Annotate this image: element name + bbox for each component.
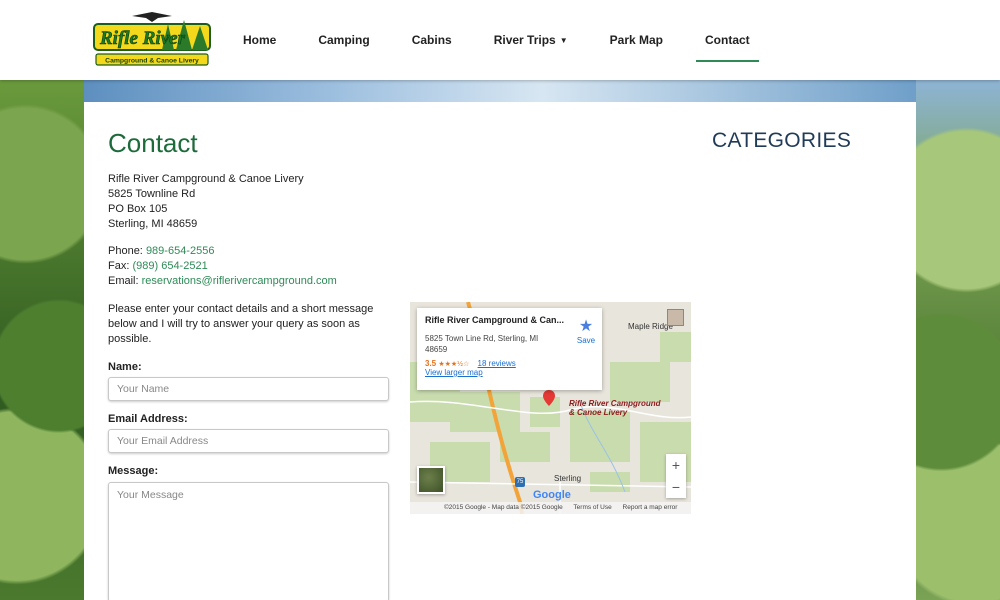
map-place-label[interactable]: Rifle River Campground & Canoe Livery [569,399,661,417]
message-field[interactable] [108,482,389,600]
map-town-label: Sterling [554,474,582,483]
google-map[interactable]: Maple Ridge Sterling 75 Rifle River Camp… [410,302,691,514]
fax-label: Fax: [108,260,130,272]
star-icon: ★ [578,318,594,335]
map-card-title: Rifle River Campground & Can... [425,315,565,325]
contact-details: Phone: 989-654-2556 Fax: (989) 654-2521 … [108,244,337,289]
background-trees-left [0,80,84,600]
business-address: Rifle River Campground & Canoe Livery 58… [108,172,304,232]
zoom-control: + − [666,454,686,498]
address-line: 5825 Townline Rd [108,188,196,200]
highway-shield-icon: 75 [515,477,525,487]
name-label: Name: [108,361,142,373]
logo-text: Rifle River [99,28,186,49]
content-panel: Contact CATEGORIES Rifle River Campgroun… [84,102,916,600]
place-label-line: Rifle River Campground [569,399,661,408]
address-line: Sterling, MI 48659 [108,218,198,230]
message-label: Message: [108,465,159,477]
chevron-down-icon: ▼ [559,35,568,45]
site-logo[interactable]: Rifle River Campground & Canoe Livery [92,10,212,68]
nav-river-trips-label: River Trips [493,33,556,47]
address-line: PO Box 105 [108,203,168,215]
zoom-in-button[interactable]: + [666,454,686,476]
email-label: Email: [108,275,139,287]
nav-home-label: Home [243,33,277,47]
reviews-link[interactable]: 18 reviews [478,359,516,368]
map-card-address: 5825 Town Line Rd, Sterling, MI 48659 [425,334,539,354]
nav-park-map[interactable]: Park Map [589,0,684,80]
nav-camping-label: Camping [318,33,370,47]
email-link[interactable]: reservations@riflerivercampground.com [142,275,337,287]
nav-cabins-label: Cabins [411,33,452,47]
rating-value: 3.5 [425,359,437,368]
nav-park-map-label: Park Map [609,33,664,47]
main-nav: Home Camping Cabins River Trips ▼ Park Ma… [225,0,771,80]
satellite-toggle-button[interactable] [417,466,445,494]
nav-home[interactable]: Home [225,0,298,80]
address-line: Rifle River Campground & Canoe Livery [108,173,304,185]
email-field[interactable] [108,429,389,453]
site-header: Rifle River Campground & Canoe Livery Ho… [0,0,1000,80]
background-trees-right [916,80,1000,600]
map-copyright: ©2015 Google - Map data ©2015 Google [444,504,563,511]
background-sky [84,80,916,102]
place-label-line: & Canoe Livery [569,408,628,417]
star-rating-icon: ★★★½☆ [438,361,470,368]
nav-contact[interactable]: Contact [684,0,771,80]
nav-contact-label: Contact [705,33,750,47]
eagle-icon [132,12,172,22]
email-address-label: Email Address: [108,413,188,425]
zoom-out-button[interactable]: − [666,476,686,498]
report-map-error-link[interactable]: Report a map error [623,504,678,511]
view-larger-map-link[interactable]: View larger map [425,368,483,377]
save-button[interactable]: ★ Save [571,316,601,345]
name-field[interactable] [108,377,389,401]
nav-river-trips[interactable]: River Trips ▼ [473,0,589,80]
form-intro: Please enter your contact details and a … [108,303,374,345]
nav-camping[interactable]: Camping [298,0,390,80]
sidebar-categories-title: CATEGORIES [712,129,852,152]
nav-cabins[interactable]: Cabins [391,0,473,80]
terms-of-use-link[interactable]: Terms of Use [573,504,611,511]
google-logo: Google [533,489,571,501]
map-rating: 3.5 ★★★½☆ 18 reviews [425,359,594,368]
map-pin-icon[interactable] [543,390,555,406]
avatar[interactable] [667,309,684,326]
fax-link[interactable]: (989) 654-2521 [132,260,207,272]
save-label: Save [576,336,596,345]
logo-subtext: Campground & Canoe Livery [105,58,199,65]
page-title: Contact [108,128,198,158]
google-logo-text: Google [533,489,571,501]
phone-label: Phone: [108,245,143,257]
phone-link[interactable]: 989-654-2556 [146,245,215,257]
map-info-card: Rifle River Campground & Can... 5825 Tow… [417,308,602,390]
map-footer: ©2015 Google - Map data ©2015 Google Ter… [410,502,691,514]
